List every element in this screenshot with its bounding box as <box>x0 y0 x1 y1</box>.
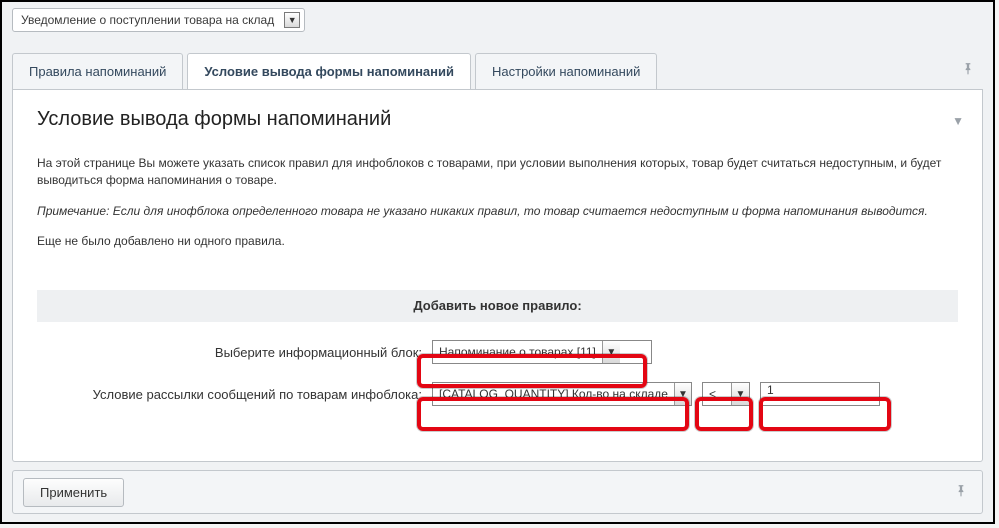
app-frame: Уведомление о поступлении товара на скла… <box>0 0 995 524</box>
iblock-select[interactable]: Напоминание о товарах [11] ▼ <box>432 340 652 364</box>
chevron-down-icon: ▼ <box>284 12 300 28</box>
apply-button[interactable]: Применить <box>23 478 124 507</box>
tab-rules[interactable]: Правила напоминаний <box>12 53 183 89</box>
row-condition: Условие рассылки сообщений по товарам ин… <box>37 382 958 406</box>
iblock-select-value: Напоминание о товарах [11] <box>433 345 602 359</box>
tabs-bar: Правила напоминаний Условие вывода формы… <box>12 52 983 90</box>
value-input-value: 1 <box>767 383 774 397</box>
tab-settings[interactable]: Настройки напоминаний <box>475 53 657 89</box>
pin-icon[interactable] <box>953 52 983 89</box>
module-select-value: Уведомление о поступлении товара на скла… <box>13 13 282 27</box>
desc-paragraph-1: На этой странице Вы можете указать списо… <box>37 155 958 189</box>
property-select[interactable]: [CATALOG_QUANTITY] Кол-во на складе ▼ <box>432 382 692 406</box>
chevron-down-icon: ▼ <box>602 341 620 363</box>
panel-title: Условие вывода формы напоминаний <box>37 108 958 131</box>
collapse-icon[interactable]: ▼ <box>952 114 964 128</box>
row-iblock: Выберите информационный блок: Напоминани… <box>37 340 958 364</box>
chevron-down-icon: ▼ <box>674 383 691 405</box>
module-select[interactable]: Уведомление о поступлении товара на скла… <box>12 8 305 32</box>
iblock-label: Выберите информационный блок: <box>37 345 432 360</box>
property-select-value: [CATALOG_QUANTITY] Кол-во на складе <box>433 387 674 401</box>
desc-paragraph-3: Еще не было добавлено ни одного правила. <box>37 233 958 250</box>
condition-label: Условие рассылки сообщений по товарам ин… <box>37 387 432 402</box>
value-input[interactable]: 1 <box>760 382 880 406</box>
tab-conditions[interactable]: Условие вывода формы напоминаний <box>187 53 471 89</box>
operator-select-value: < <box>703 387 731 401</box>
add-rule-heading: Добавить новое правило: <box>37 290 958 322</box>
panel-description: На этой странице Вы можете указать списо… <box>37 155 958 250</box>
chevron-down-icon: ▼ <box>731 383 749 405</box>
desc-paragraph-note: Примечание: Если для инофблока определен… <box>37 203 958 220</box>
pin-icon[interactable] <box>950 484 972 501</box>
panel: ▼ Условие вывода формы напоминаний На эт… <box>12 90 983 462</box>
operator-select[interactable]: < ▼ <box>702 382 750 406</box>
footer-bar: Применить <box>12 470 983 514</box>
